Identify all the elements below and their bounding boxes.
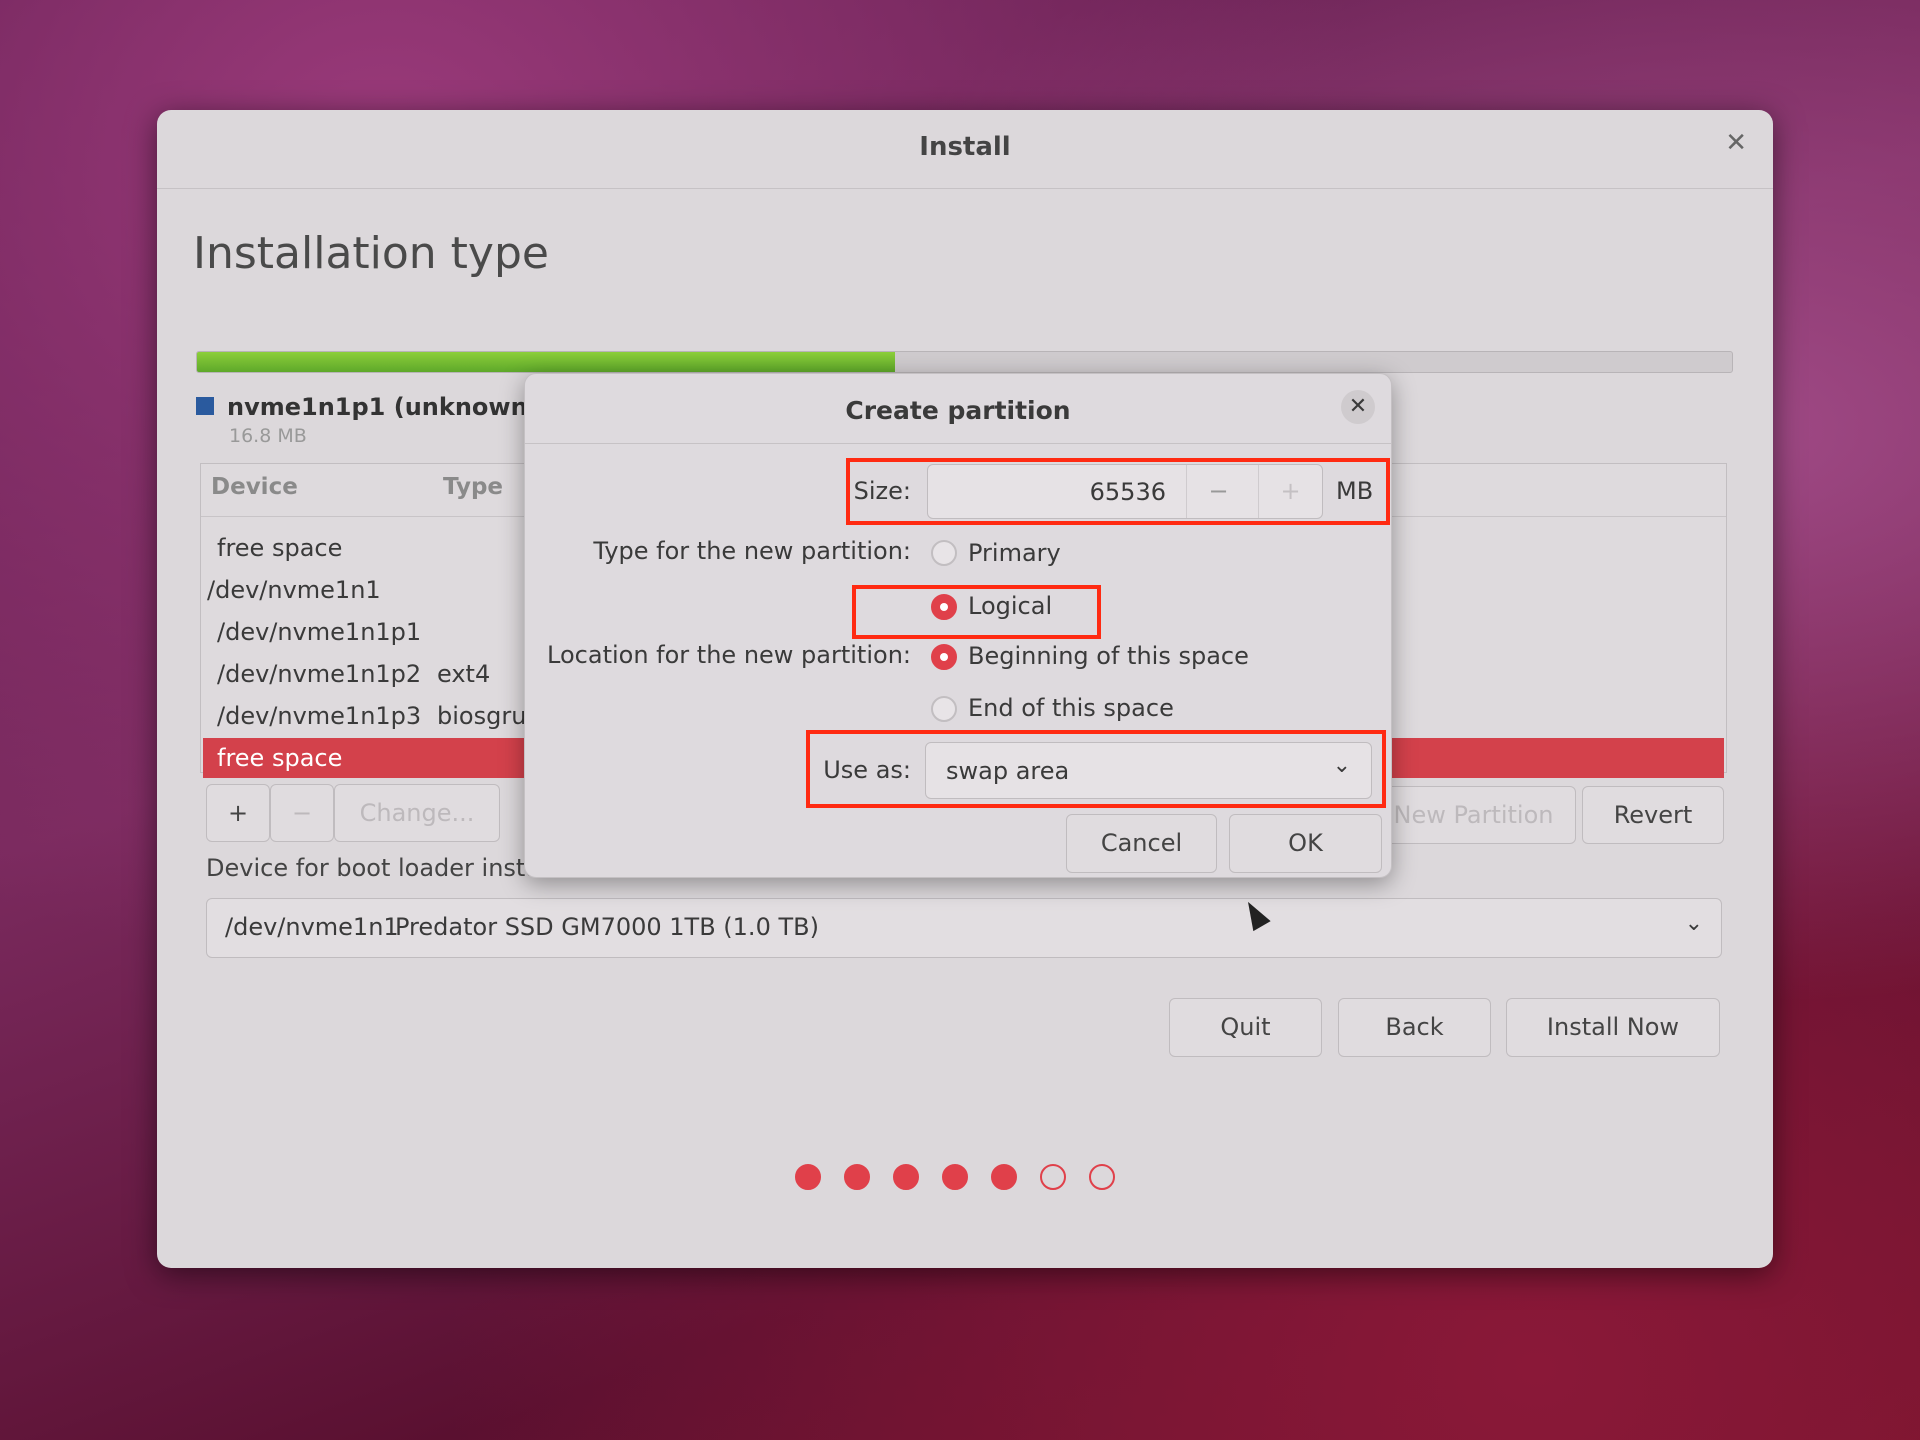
progress-step-dot	[1040, 1164, 1066, 1190]
cancel-button[interactable]: Cancel	[1066, 814, 1217, 873]
partition-bar-used	[197, 352, 896, 372]
progress-step-dot	[893, 1164, 919, 1190]
progress-step-dot	[795, 1164, 821, 1190]
change-partition-button[interactable]: Change...	[334, 784, 500, 842]
progress-step-dot	[991, 1164, 1017, 1190]
column-header-device[interactable]: Device	[211, 474, 298, 500]
close-icon[interactable]: ✕	[1725, 128, 1747, 158]
create-partition-dialog: Create partition ✕ Size: 65536 − + MB Ty…	[524, 373, 1392, 878]
radio-primary[interactable]	[931, 540, 957, 566]
progress-step-dot	[844, 1164, 870, 1190]
size-input[interactable]: 65536	[1090, 478, 1166, 506]
cell-type: ext4	[437, 660, 491, 688]
revert-button[interactable]: Revert	[1582, 786, 1724, 844]
progress-step-dot	[942, 1164, 968, 1190]
cell-device: /dev/nvme1n1p1	[217, 618, 422, 646]
add-partition-button[interactable]: +	[206, 784, 270, 842]
chevron-down-icon: ⌄	[1684, 911, 1703, 936]
use-as-select[interactable]: swap area ⌄	[925, 742, 1372, 799]
location-label: Location for the new partition:	[547, 641, 911, 669]
increment-button[interactable]: +	[1258, 465, 1322, 518]
legend-partition-name: nvme1n1p1 (unknown)	[227, 393, 539, 421]
radio-end-label[interactable]: End of this space	[968, 694, 1174, 722]
radio-logical-label[interactable]: Logical	[968, 592, 1052, 620]
ok-button[interactable]: OK	[1229, 814, 1382, 873]
page-title: Installation type	[193, 228, 549, 279]
cell-device: free space	[217, 534, 343, 562]
bootloader-device-description: Predator SSD GM7000 1TB (1.0 TB)	[395, 913, 819, 941]
back-button[interactable]: Back	[1338, 998, 1491, 1057]
progress-step-dot	[1089, 1164, 1115, 1190]
bootloader-device-select[interactable]: /dev/nvme1n1 Predator SSD GM7000 1TB (1.…	[206, 898, 1722, 958]
decrement-button[interactable]: −	[1186, 465, 1250, 518]
cell-device: /dev/nvme1n1p3	[217, 702, 422, 730]
use-as-value: swap area	[946, 757, 1070, 785]
partition-bar	[196, 351, 1733, 373]
new-partition-table-button[interactable]: New Partition Table...	[1371, 786, 1576, 844]
radio-end[interactable]	[931, 696, 957, 722]
size-label: Size:	[853, 477, 911, 505]
column-header-type[interactable]: Type	[443, 474, 503, 500]
close-icon[interactable]: ✕	[1341, 390, 1375, 424]
radio-beginning[interactable]	[931, 644, 957, 670]
cell-device: /dev/nvme1n1p2	[217, 660, 422, 688]
bootloader-device: /dev/nvme1n1	[225, 913, 399, 941]
radio-logical[interactable]	[931, 594, 957, 620]
use-as-label: Use as:	[823, 756, 911, 784]
radio-beginning-label[interactable]: Beginning of this space	[968, 642, 1249, 670]
size-spinbutton[interactable]: 65536 − +	[927, 464, 1323, 519]
size-unit: MB	[1336, 477, 1374, 505]
dialog-title: Create partition	[845, 396, 1071, 425]
remove-partition-button[interactable]: −	[270, 784, 334, 842]
window-title: Install	[919, 132, 1011, 162]
quit-button[interactable]: Quit	[1169, 998, 1322, 1057]
legend-partition-size: 16.8 MB	[229, 425, 307, 447]
cell-device: /dev/nvme1n1	[207, 576, 381, 604]
radio-primary-label[interactable]: Primary	[968, 539, 1061, 567]
divider	[157, 188, 1773, 189]
partition-type-label: Type for the new partition:	[593, 537, 911, 565]
install-now-button[interactable]: Install Now	[1506, 998, 1720, 1057]
cell-device: free space	[217, 744, 343, 772]
chevron-down-icon: ⌄	[1332, 753, 1351, 778]
divider	[525, 443, 1391, 444]
legend-color-swatch	[196, 397, 214, 415]
